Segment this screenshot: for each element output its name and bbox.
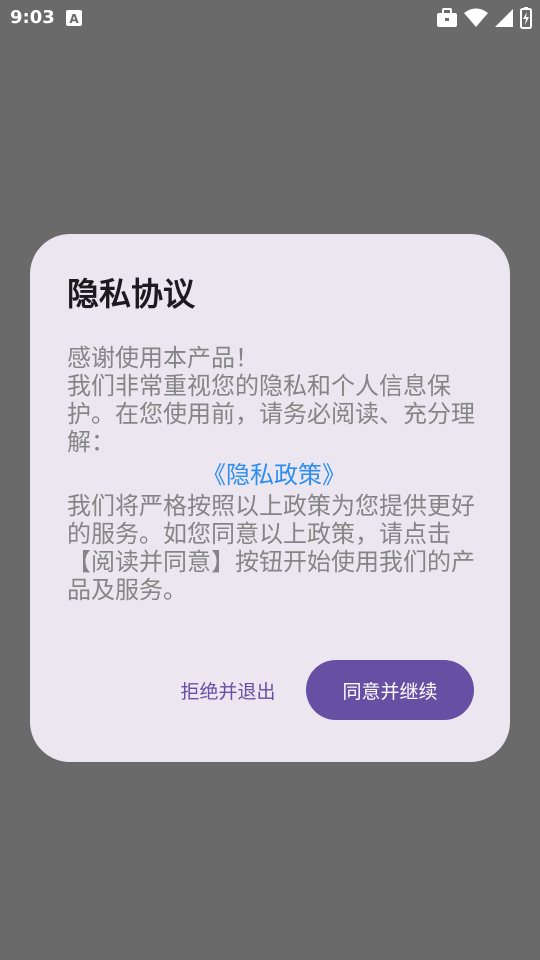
status-icons — [436, 7, 532, 33]
dialog-body: 感谢使用本产品！ 我们非常重视您的隐私和个人信息保护。在您使用前，请务必阅读、充… — [67, 344, 481, 604]
thanks-text: 感谢使用本产品！ — [67, 344, 259, 372]
status-time: 9:03 — [10, 7, 55, 28]
privacy-intro-text: 我们非常重视您的隐私和个人信息保护。在您使用前，请务必阅读、充分理解： — [67, 372, 475, 456]
agree-and-continue-button[interactable]: 同意并继续 — [306, 660, 474, 720]
battery-icon — [520, 7, 532, 33]
wifi-icon — [464, 8, 488, 32]
dialog-title: 隐私协议 — [67, 275, 196, 313]
privacy-policy-link[interactable]: 《隐私政策》 — [67, 458, 481, 492]
svg-text:A: A — [69, 12, 79, 26]
briefcase-icon — [436, 8, 458, 32]
keyboard-a-icon: A — [66, 10, 82, 30]
privacy-dialog: 隐私协议 感谢使用本产品！ 我们非常重视您的隐私和个人信息保护。在您使用前，请务… — [30, 234, 510, 762]
signal-icon — [494, 8, 514, 32]
reject-and-exit-button[interactable]: 拒绝并退出 — [172, 660, 284, 720]
status-bar: 9:03 A — [0, 0, 540, 36]
privacy-agree-text: 我们将严格按照以上政策为您提供更好的服务。如您同意以上政策，请点击【阅读并同意】… — [67, 492, 475, 604]
